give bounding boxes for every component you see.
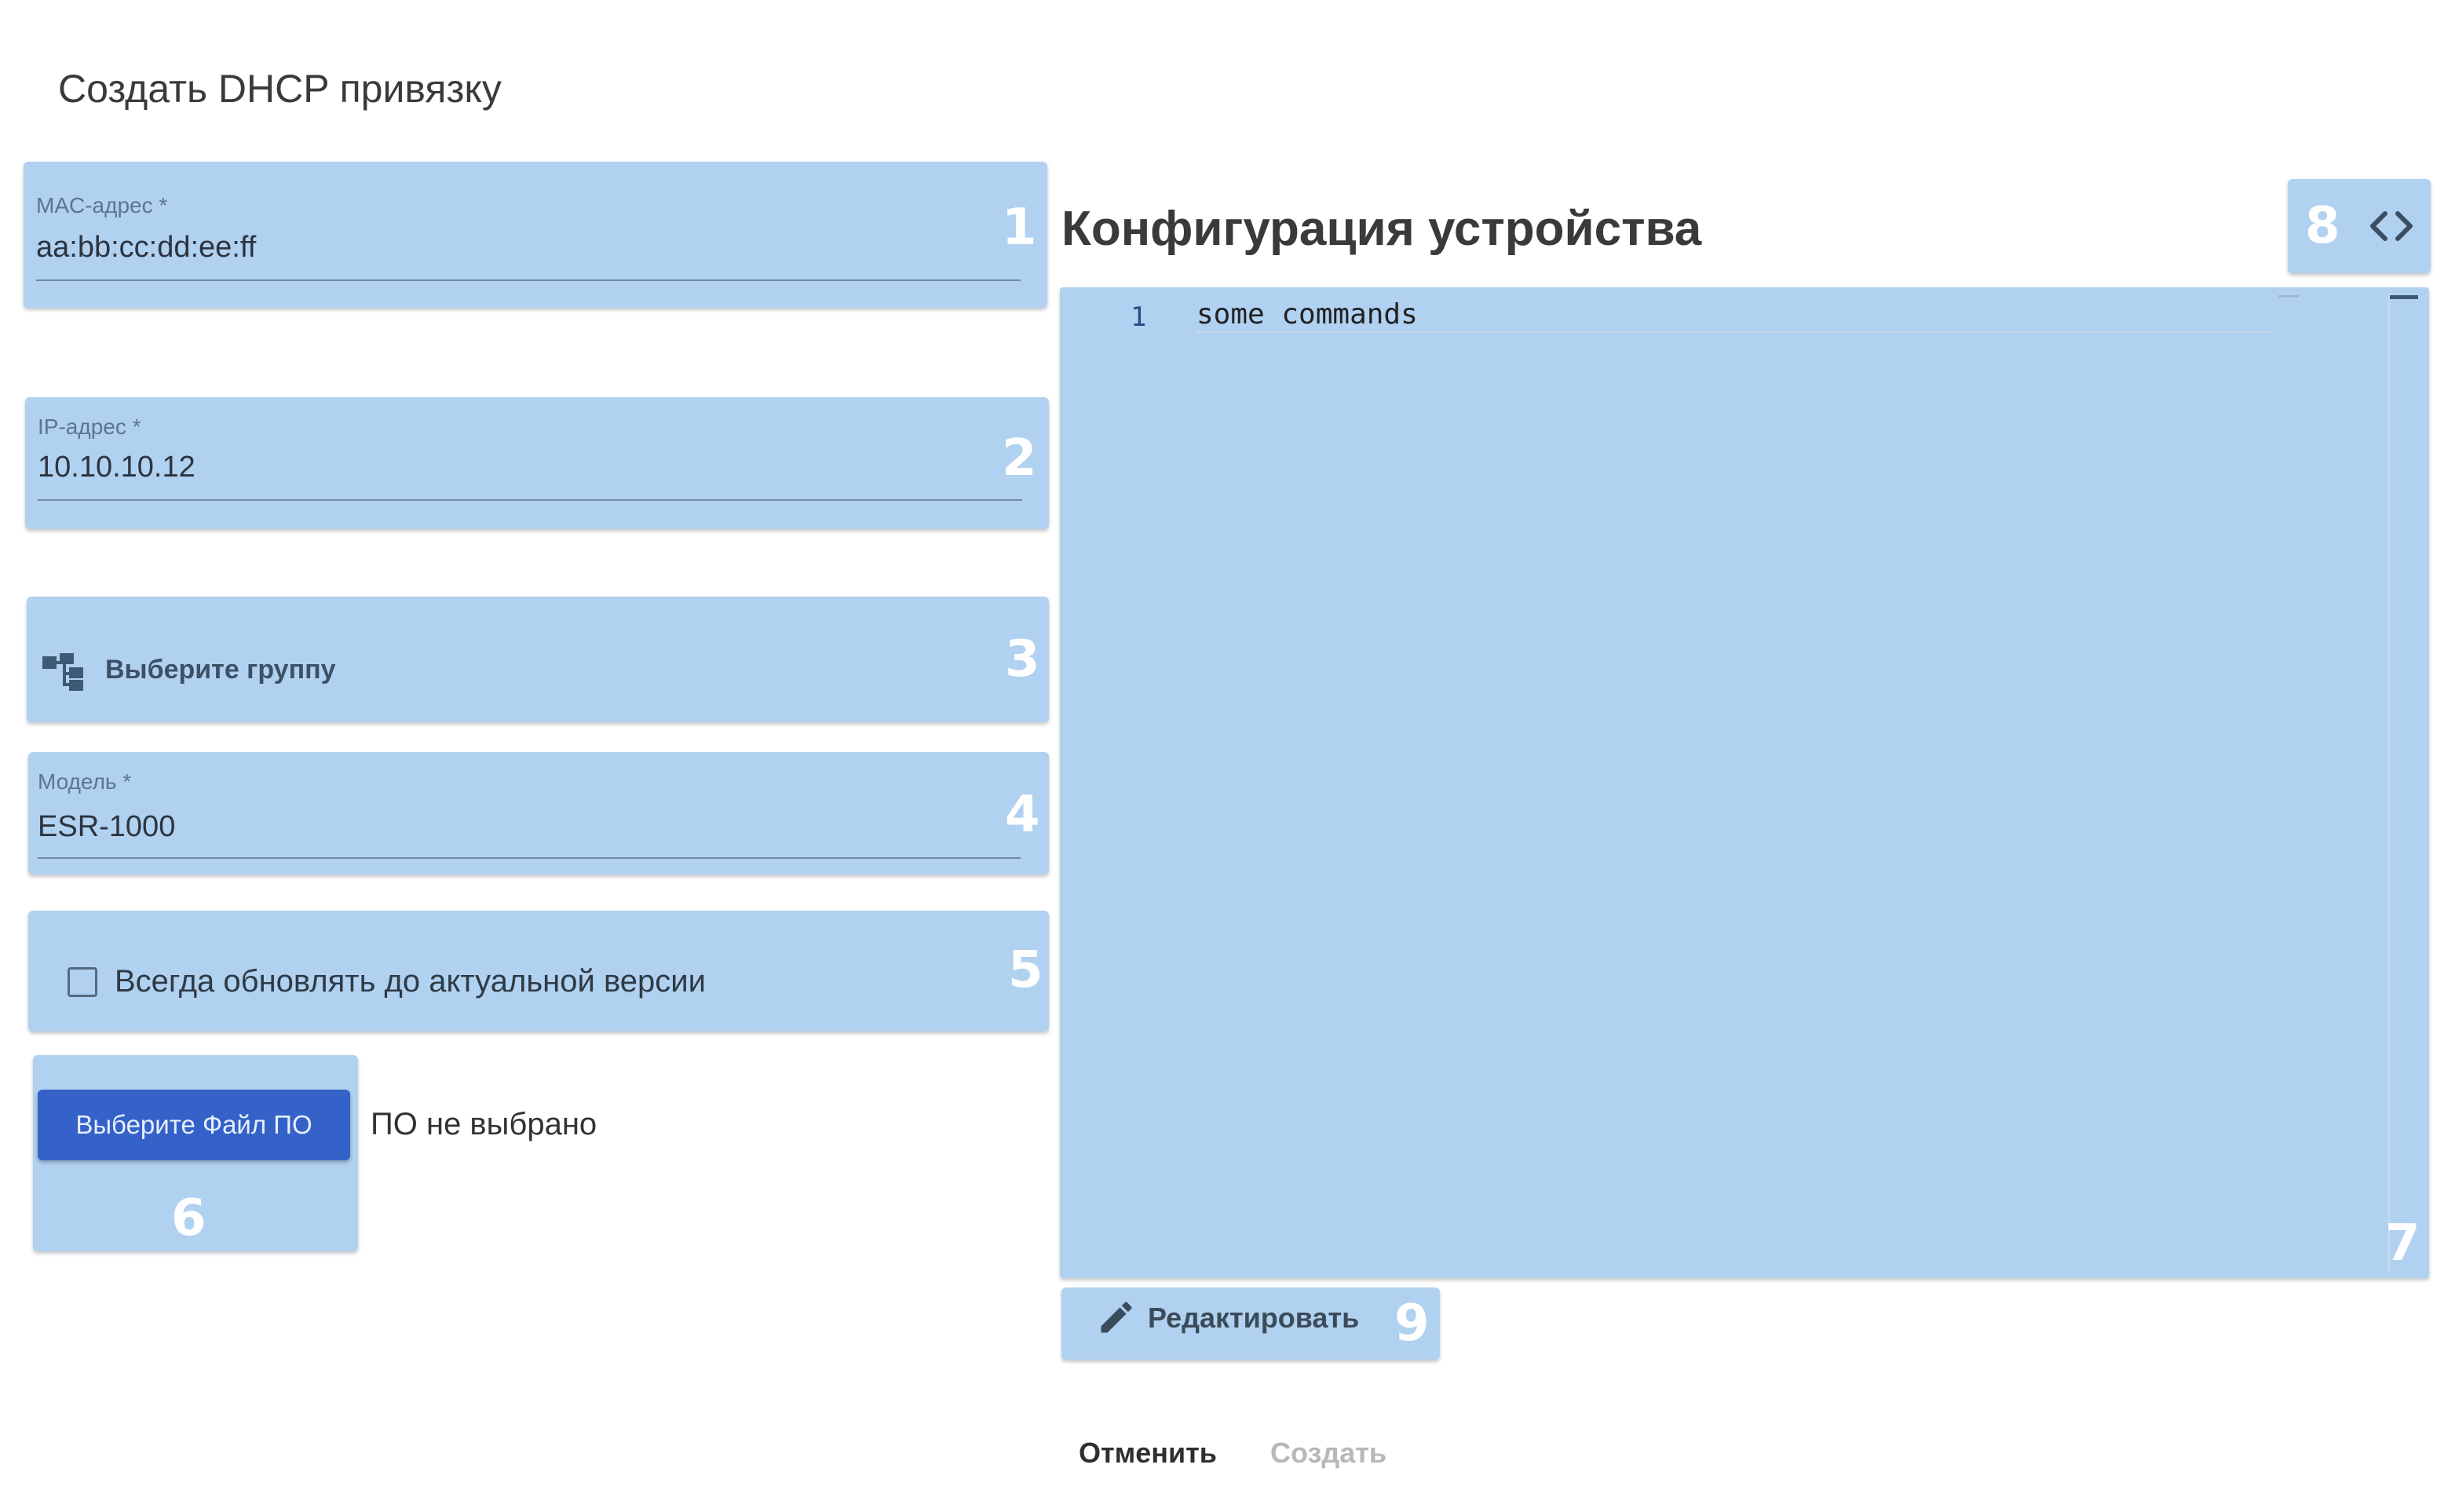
badge-6: 6 xyxy=(171,1189,206,1247)
firmware-status-text: ПО не выбрано xyxy=(371,1107,597,1141)
badge-5: 5 xyxy=(1008,941,1043,999)
ip-address-label: IP-адрес * xyxy=(38,415,141,439)
code-icon xyxy=(2370,211,2413,241)
badge-7: 7 xyxy=(2385,1214,2420,1273)
dialog-title: Создать DHCP привязку xyxy=(58,67,502,111)
editor-scrollbar-thumb[interactable] xyxy=(2390,295,2418,299)
model-label: Модель * xyxy=(38,769,132,794)
auto-update-checkbox[interactable] xyxy=(68,967,97,997)
create-button[interactable]: Создать xyxy=(1270,1437,1386,1470)
source-view-toggle[interactable]: 8 xyxy=(2288,179,2431,273)
model-underline xyxy=(38,857,1021,859)
auto-update-row[interactable]: Всегда обновлять до актуальной версии 5 xyxy=(28,911,1049,1032)
auto-update-label: Всегда обновлять до актуальной версии xyxy=(115,964,706,999)
ip-address-input[interactable]: 10.10.10.12 xyxy=(38,451,195,484)
badge-8: 8 xyxy=(2305,197,2340,255)
model-field[interactable]: Модель * ESR-1000 4 xyxy=(28,752,1049,875)
config-editor[interactable]: 1 some commands 7 xyxy=(1060,287,2429,1278)
ip-address-field[interactable]: IP-адрес * 10.10.10.12 2 xyxy=(25,397,1049,529)
mac-address-label: MAC-адрес * xyxy=(36,193,168,217)
edit-config-label: Редактировать xyxy=(1148,1302,1360,1334)
editor-minimap xyxy=(2278,295,2299,298)
editor-line-text[interactable]: some commands xyxy=(1196,298,1418,331)
mac-address-underline xyxy=(36,279,1021,281)
edit-config-button[interactable]: Редактировать 9 xyxy=(1061,1287,1440,1360)
editor-scrollbar[interactable] xyxy=(2388,294,2421,1272)
pencil-icon xyxy=(1101,1302,1132,1333)
group-selector-label: Выберите группу xyxy=(105,655,336,685)
ip-address-underline xyxy=(38,499,1022,501)
badge-4: 4 xyxy=(1005,786,1040,844)
firmware-upload-area: Выберите Файл ПО 6 xyxy=(33,1055,358,1251)
editor-current-line xyxy=(1196,331,2272,333)
mac-address-field[interactable]: MAC-адрес * aa:bb:cc:dd:ee:ff 1 xyxy=(24,162,1047,308)
editor-line-number: 1 xyxy=(1131,301,1147,333)
badge-1: 1 xyxy=(1002,199,1037,257)
badge-9: 9 xyxy=(1394,1295,1430,1353)
mac-address-input[interactable]: aa:bb:cc:dd:ee:ff xyxy=(36,231,256,265)
cancel-button[interactable]: Отменить xyxy=(1079,1437,1217,1470)
model-input[interactable]: ESR-1000 xyxy=(38,810,175,844)
group-tree-icon xyxy=(42,653,83,691)
badge-2: 2 xyxy=(1002,429,1037,488)
config-title: Конфигурация устройства xyxy=(1061,202,1702,256)
group-selector[interactable]: Выберите группу 3 xyxy=(27,597,1049,722)
choose-firmware-button[interactable]: Выберите Файл ПО xyxy=(38,1090,350,1160)
badge-3: 3 xyxy=(1005,630,1040,688)
